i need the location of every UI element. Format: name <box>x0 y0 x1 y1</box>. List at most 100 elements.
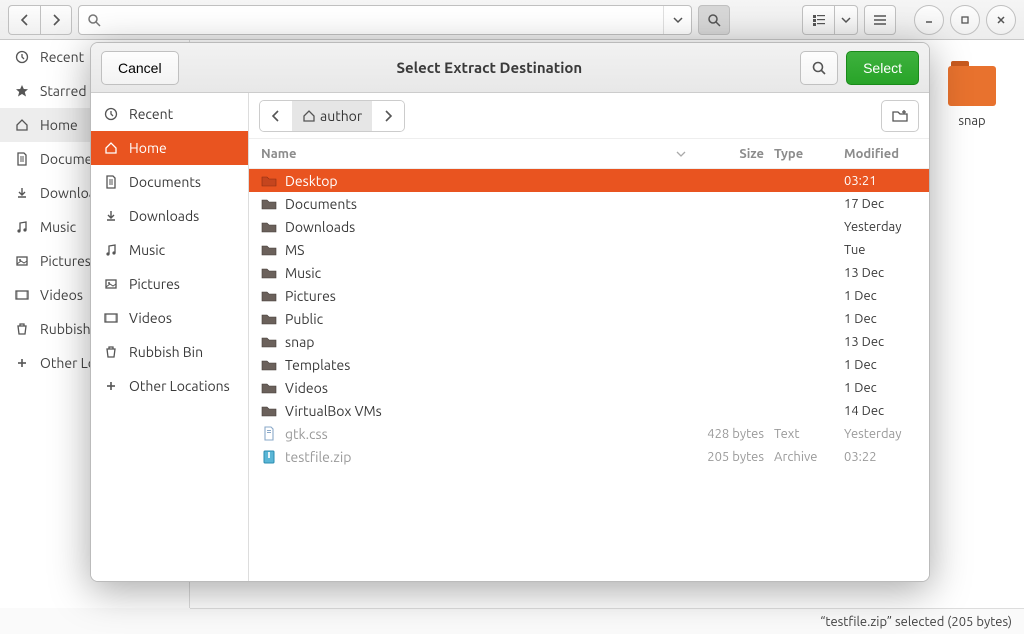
label: Rubbish Bin <box>129 344 203 360</box>
folder-icon <box>259 403 279 419</box>
columns-header[interactable]: Name Size Type Modified <box>249 139 929 169</box>
side-rubbish-bin[interactable]: Rubbish Bin <box>91 335 248 369</box>
file-name: Templates <box>285 357 676 373</box>
row-gtk-css[interactable]: gtk.css428 bytesTextYesterday <box>249 422 929 445</box>
forward-button[interactable] <box>40 5 72 35</box>
search-input[interactable] <box>109 6 663 34</box>
col-modified[interactable]: Modified <box>844 147 919 161</box>
row-public[interactable]: Public1 Dec <box>249 307 929 330</box>
row-music[interactable]: Music13 Dec <box>249 261 929 284</box>
side-downloads[interactable]: Downloads <box>91 199 248 233</box>
label: Recent <box>40 49 84 65</box>
picture-icon <box>14 253 30 269</box>
col-name[interactable]: Name <box>259 147 676 161</box>
file-modified: 03:21 <box>844 174 919 188</box>
row-ms[interactable]: MSTue <box>249 238 929 261</box>
breadcrumb-label: author <box>320 108 362 124</box>
extract-dialog: Cancel Select Extract Destination Select… <box>90 42 930 582</box>
breadcrumb-back[interactable] <box>260 101 292 131</box>
file-name: gtk.css <box>285 426 676 442</box>
folder-icon <box>259 334 279 350</box>
file-type: Archive <box>774 450 844 464</box>
file-modified: Tue <box>844 243 919 257</box>
select-button[interactable]: Select <box>846 51 919 85</box>
row-testfile-zip[interactable]: testfile.zip 205 bytesArchive03:22 <box>249 445 929 468</box>
file-modified: 1 Dec <box>844 289 919 303</box>
row-documents[interactable]: Documents17 Dec <box>249 192 929 215</box>
col-type[interactable]: Type <box>774 147 844 161</box>
download-icon <box>103 208 119 224</box>
search-dropdown[interactable] <box>663 6 691 34</box>
label: Other Locations <box>129 378 230 394</box>
side-home[interactable]: Home <box>91 131 248 165</box>
bg-snap-folder[interactable]: snap <box>936 66 1008 128</box>
breadcrumb-group: author <box>259 100 405 132</box>
clock-icon <box>14 49 30 65</box>
cancel-button[interactable]: Cancel <box>101 51 179 85</box>
side-documents[interactable]: Documents <box>91 165 248 199</box>
hamburger-button[interactable] <box>864 5 896 35</box>
row-virtualbox-vms[interactable]: VirtualBox VMs 14 Dec <box>249 399 929 422</box>
file-name: VirtualBox VMs <box>285 403 676 419</box>
folder-icon <box>259 242 279 258</box>
label: Videos <box>40 287 83 303</box>
folder-icon <box>259 219 279 235</box>
row-templates[interactable]: Templates1 Dec <box>249 353 929 376</box>
label: Home <box>129 140 167 156</box>
side-music[interactable]: Music <box>91 233 248 267</box>
file-modified: 03:22 <box>844 450 919 464</box>
trash-icon <box>14 321 30 337</box>
side-other-locations[interactable]: Other Locations <box>91 369 248 403</box>
row-desktop[interactable]: Desktop03:21 <box>249 169 929 192</box>
row-downloads[interactable]: DownloadsYesterday <box>249 215 929 238</box>
row-snap[interactable]: snap13 Dec <box>249 330 929 353</box>
trash-icon <box>103 344 119 360</box>
clock-icon <box>103 106 119 122</box>
search-icon <box>79 6 109 34</box>
sort-arrow-icon <box>676 149 694 159</box>
folder-icon <box>259 357 279 373</box>
minimize-button[interactable] <box>914 5 944 35</box>
home-icon <box>103 140 119 156</box>
col-size[interactable]: Size <box>694 147 774 161</box>
new-folder-button[interactable] <box>881 100 919 132</box>
maximize-button[interactable] <box>950 5 980 35</box>
label: Starred <box>40 83 87 99</box>
plus-icon <box>14 355 30 371</box>
view-list-button[interactable] <box>802 5 834 35</box>
back-button[interactable] <box>8 5 40 35</box>
row-pictures[interactable]: Pictures1 Dec <box>249 284 929 307</box>
path-search-bar[interactable] <box>78 5 692 35</box>
side-recent[interactable]: Recent <box>91 97 248 131</box>
folder-icon <box>259 288 279 304</box>
file-name: snap <box>285 334 676 350</box>
dialog-sidebar: Recent Home DocumentsDownloadsMusicPicture… <box>91 93 249 581</box>
file-list[interactable]: Desktop03:21Documents17 DecDownloadsYest… <box>249 169 929 581</box>
view-group <box>802 5 858 35</box>
file-size: 205 bytes <box>694 450 774 464</box>
folder-icon <box>259 265 279 281</box>
star-icon <box>14 83 30 99</box>
dialog-search-button[interactable] <box>800 51 838 85</box>
view-dropdown[interactable] <box>834 5 858 35</box>
video-icon <box>14 287 30 303</box>
row-videos[interactable]: Videos1 Dec <box>249 376 929 399</box>
music-icon <box>14 219 30 235</box>
zip-icon <box>259 449 279 465</box>
side-pictures[interactable]: Pictures <box>91 267 248 301</box>
file-modified: 14 Dec <box>844 404 919 418</box>
breadcrumb-home[interactable]: author <box>292 101 372 131</box>
status-text: “testfile.zip” selected (205 bytes) <box>820 615 1012 629</box>
dialog-header: Cancel Select Extract Destination Select <box>91 43 929 93</box>
file-name: Videos <box>285 380 676 396</box>
file-name: Documents <box>285 196 676 212</box>
close-button[interactable] <box>986 5 1016 35</box>
breadcrumb-forward[interactable] <box>372 101 404 131</box>
file-icon <box>259 426 279 442</box>
file-size: 428 bytes <box>694 427 774 441</box>
file-type: Text <box>774 427 844 441</box>
side-videos[interactable]: Videos <box>91 301 248 335</box>
folder-icon <box>259 196 279 212</box>
search-toggle-button[interactable] <box>698 5 730 35</box>
file-name: testfile.zip <box>285 449 676 465</box>
